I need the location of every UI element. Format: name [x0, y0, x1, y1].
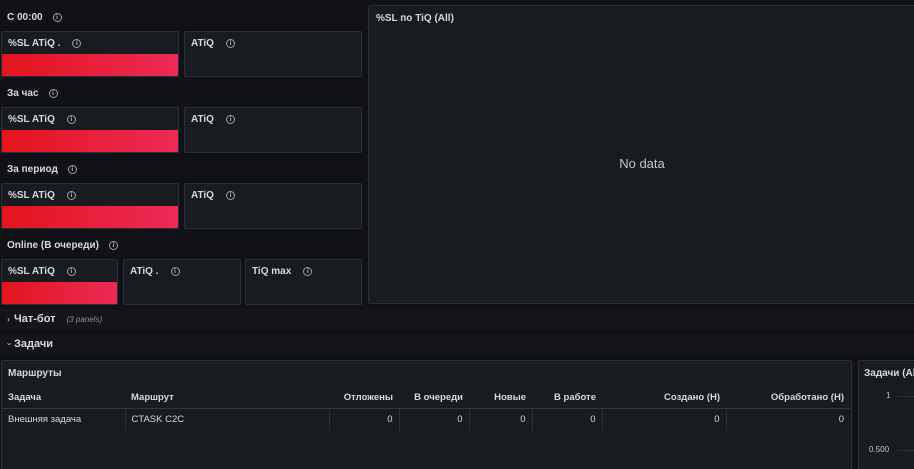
section-label-per-period: За период i: [7, 164, 77, 175]
panel-title: Маршруты: [8, 368, 62, 379]
routes-table: Задача Маршрут Отложены В очереди Новые …: [2, 387, 850, 431]
info-icon[interactable]: i: [67, 165, 77, 174]
cell-in-queue: 0: [399, 408, 470, 431]
stat-panel-atiq-hour[interactable]: ATiQ i: [184, 107, 362, 153]
panel-title: %SL ATiQ: [8, 190, 55, 201]
row-title: Чат-бот: [14, 313, 56, 325]
info-icon[interactable]: i: [225, 39, 235, 48]
stat-panel-sl-atiq-period[interactable]: %SL ATiQ i: [1, 183, 179, 229]
column-header-created[interactable]: Создано (Н): [602, 387, 726, 409]
cell-postponed: 0: [329, 408, 400, 431]
panel-title: %SL ATiQ: [8, 114, 55, 125]
row-header-chatbot[interactable]: › Чат-бот (3 panels): [0, 309, 914, 329]
info-icon[interactable]: i: [72, 39, 82, 48]
table-panel-routes[interactable]: Маршруты Задача Маршрут Отложены В очере…: [1, 360, 852, 469]
stat-value-bar: [2, 206, 178, 228]
column-header-new[interactable]: Новые: [469, 387, 532, 409]
section-title: С 00:00: [7, 12, 43, 23]
stat-panel-tiq-max[interactable]: TiQ max i: [245, 259, 362, 305]
stat-panel-sl-atiq-hour[interactable]: %SL ATiQ i: [1, 107, 179, 153]
chevron-down-icon: ‹: [3, 342, 14, 346]
column-header-route[interactable]: Маршрут: [125, 387, 329, 409]
stat-panel-atiq-online[interactable]: ATiQ . i: [123, 259, 241, 305]
cell-route: CTASK C2C: [125, 408, 330, 431]
section-label-online: Online (В очереди) i: [7, 240, 118, 251]
info-icon[interactable]: i: [66, 191, 76, 200]
panel-header: ATiQ . i: [130, 266, 180, 277]
info-icon[interactable]: i: [52, 13, 62, 22]
column-header-postponed[interactable]: Отложены: [329, 387, 399, 409]
panel-title: ATiQ: [191, 38, 214, 49]
panel-header: %SL ATiQ i: [8, 266, 76, 277]
info-icon[interactable]: i: [66, 115, 76, 124]
panel-header: %SL ATiQ i: [8, 114, 76, 125]
info-icon[interactable]: i: [48, 89, 58, 98]
panel-header: %SL ATiQ . i: [8, 38, 82, 49]
panel-header: %SL ATiQ i: [8, 190, 76, 201]
panel-header: ATiQ i: [191, 190, 235, 201]
section-label-since-midnight: С 00:00 i: [7, 12, 62, 23]
panel-title: TiQ max: [252, 266, 292, 277]
panel-title: ATiQ: [191, 190, 214, 201]
panel-header: TiQ max i: [252, 266, 313, 277]
stat-value-bar: [2, 130, 178, 152]
cell-task: Внешняя задача: [2, 408, 126, 431]
y-tick-label: 1: [886, 391, 891, 400]
grid-line: [897, 396, 914, 397]
panel-header: ATiQ i: [191, 114, 235, 125]
column-header-processed[interactable]: Обработано (Н): [726, 387, 850, 409]
row-header-tasks[interactable]: ‹ Задачи: [0, 334, 914, 354]
section-title: За период: [7, 164, 58, 175]
no-data-message: No data: [619, 156, 665, 171]
panel-title: %SL ATiQ: [8, 266, 55, 277]
info-icon[interactable]: i: [108, 241, 118, 250]
row-title: Задачи: [14, 338, 53, 350]
cell-created: 0: [602, 408, 727, 431]
chart-panel-tasks[interactable]: Задачи (All 1 0.500: [858, 360, 914, 469]
column-header-in-progress[interactable]: В работе: [532, 387, 602, 409]
y-tick-label: 0.500: [869, 445, 890, 454]
panel-header: ATiQ i: [191, 38, 235, 49]
stat-value-bar: [2, 54, 178, 76]
panel-title: %SL ATiQ .: [8, 38, 61, 49]
section-title: Online (В очереди): [7, 240, 99, 251]
panel-title: Задачи (All: [864, 368, 914, 379]
chevron-right-icon: ›: [7, 314, 10, 324]
cell-processed: 0: [838, 414, 844, 426]
section-title: За час: [7, 88, 39, 99]
stat-panel-atiq-period[interactable]: ATiQ i: [184, 183, 362, 229]
info-icon[interactable]: i: [225, 115, 235, 124]
info-icon[interactable]: i: [225, 191, 235, 200]
table-header-row: Задача Маршрут Отложены В очереди Новые …: [2, 387, 850, 409]
chart-panel-sl-by-tiq[interactable]: %SL по TiQ (All) No data: [368, 5, 914, 304]
panel-title: %SL по TiQ (All): [376, 13, 454, 24]
cell-in-progress: 0: [532, 408, 603, 431]
info-icon[interactable]: i: [170, 267, 180, 276]
cell-new: 0: [469, 408, 533, 431]
panel-title: ATiQ: [191, 114, 214, 125]
table-row: Внешняя задача CTASK C2C 0 0 0 0 0 0: [2, 408, 850, 431]
grid-line: [897, 450, 914, 451]
stat-value-bar: [2, 282, 117, 304]
column-header-task[interactable]: Задача: [2, 387, 125, 409]
info-icon[interactable]: i: [303, 267, 313, 276]
section-label-per-hour: За час i: [7, 88, 58, 99]
column-header-in-queue[interactable]: В очереди: [399, 387, 469, 409]
stat-panel-sl-atiq-online[interactable]: %SL ATiQ i: [1, 259, 118, 305]
info-icon[interactable]: i: [66, 267, 76, 276]
row-panel-count: (3 panels): [66, 314, 103, 324]
panel-title: ATiQ .: [130, 266, 159, 277]
stat-panel-sl-atiq-today[interactable]: %SL ATiQ . i: [1, 31, 179, 77]
stat-panel-atiq-today[interactable]: ATiQ i: [184, 31, 362, 77]
